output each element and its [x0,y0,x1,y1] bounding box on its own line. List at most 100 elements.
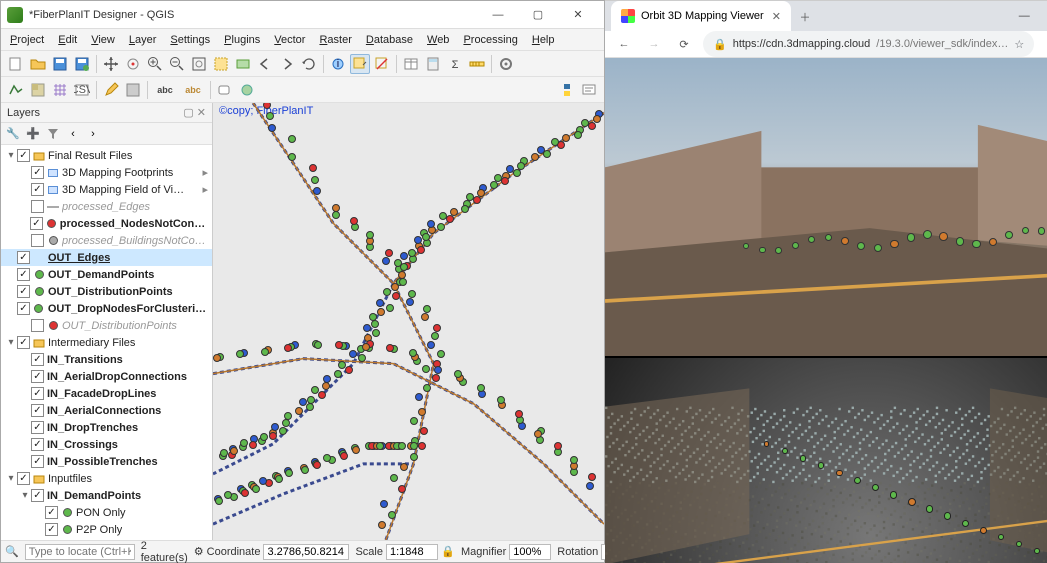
menu-help[interactable]: Help [525,31,562,49]
layer-row[interactable]: ✓IN_AerialDropConnections [1,368,212,385]
menu-project[interactable]: Project [3,31,51,49]
layer-row[interactable]: ▾✓Inputfiles [1,470,212,487]
zoom-out-icon[interactable] [167,54,187,74]
add-delimited-icon[interactable]: CSV [72,80,92,100]
layer-row[interactable]: processed_BuildingsNotCo… [1,232,212,249]
extensions-icon[interactable]: ◆ [1042,33,1047,55]
layer-row[interactable]: ✓IN_DropTrenches [1,419,212,436]
layer-row[interactable]: ✓P2P Only [1,521,212,538]
menu-raster[interactable]: Raster [312,31,358,49]
coord-input[interactable] [263,544,349,560]
browser-tab[interactable]: Orbit 3D Mapping Viewer ✕ [611,1,791,31]
save-edits-icon[interactable] [123,80,143,100]
processing-toolbox-icon[interactable] [496,54,516,74]
layer-row[interactable]: ✓OUT_DemandPoints [1,266,212,283]
layer-row[interactable]: ✓OUT_DropNodesForClustering [1,300,212,317]
maximize-button[interactable]: ▢ [518,2,558,28]
zoom-selection-icon[interactable] [211,54,231,74]
layer-row[interactable]: ✓OUT_DistributionPoints [1,283,212,300]
layer-row[interactable]: ✓IN_Transitions [1,351,212,368]
back-button[interactable]: ← [613,33,635,55]
layer-row[interactable]: ✓OUT_Edges [1,249,212,266]
toggle-editing-icon[interactable] [101,80,121,100]
layer-row[interactable]: ✓IN_AerialConnections [1,402,212,419]
minimize-button[interactable]: — [478,2,518,28]
zoom-in-icon[interactable] [145,54,165,74]
magnifier-input[interactable] [509,544,551,560]
menu-plugins[interactable]: Plugins [217,31,267,49]
save-as-icon[interactable] [72,54,92,74]
layer-row[interactable]: processed_Edges [1,198,212,215]
layer-row[interactable]: ▾✓Intermediary Files [1,334,212,351]
menu-edit[interactable]: Edit [51,31,84,49]
scale-lock-icon[interactable]: 🔒 [441,545,455,559]
python-console-icon[interactable] [557,80,577,100]
layer-row[interactable]: ▾✓Final Result Files [1,147,212,164]
tab-close-icon[interactable]: ✕ [772,10,781,23]
expand-all-icon[interactable]: ‹ [64,125,82,143]
reload-button[interactable]: ⟳ [673,33,695,55]
zoom-layer-icon[interactable] [233,54,253,74]
menu-database[interactable]: Database [359,31,420,49]
street-view-pane[interactable] [605,58,1047,356]
qgis-titlebar: *FiberPlanIT Designer - QGIS — ▢ ✕ [1,1,604,29]
open-table-icon[interactable] [401,54,421,74]
pointcloud-pane[interactable]: © Image V [605,356,1047,563]
layer-row[interactable]: ✓processed_NodesNotConne… [1,215,212,232]
pan-to-selection-icon[interactable] [123,54,143,74]
menu-view[interactable]: View [84,31,122,49]
label-tool-icon[interactable] [215,80,235,100]
close-button[interactable]: ✕ [558,2,598,28]
new-project-icon[interactable] [6,54,26,74]
url-input[interactable]: 🔒 https://cdn.3dmapping.cloud/19.3.0/vie… [703,31,1034,57]
style-manager-icon[interactable]: 🔧 [4,125,22,143]
map-canvas[interactable]: ©copy; FiberPlanIT [213,103,604,540]
refresh-icon[interactable] [299,54,319,74]
browser-minimize-button[interactable]: — [1002,1,1046,31]
locator-input[interactable] [25,544,135,560]
scale-input[interactable] [386,544,438,560]
open-project-icon[interactable] [28,54,48,74]
add-mesh-icon[interactable] [50,80,70,100]
zoom-last-icon[interactable] [255,54,275,74]
search-icon: 🔍 [5,545,19,558]
menu-settings[interactable]: Settings [163,31,217,49]
menu-layer[interactable]: Layer [122,31,164,49]
filter-legend-icon[interactable] [44,125,62,143]
browser-tabstrip: Orbit 3D Mapping Viewer ✕ ＋ — ▢ ✕ [605,1,1047,31]
deselect-icon[interactable] [372,54,392,74]
save-project-icon[interactable] [50,54,70,74]
menu-vector[interactable]: Vector [267,31,312,49]
forward-button[interactable]: → [643,33,665,55]
collapse-all-icon[interactable]: › [84,125,102,143]
measure-icon[interactable] [467,54,487,74]
add-vector-icon[interactable] [6,80,26,100]
diagram-tool-icon[interactable] [237,80,257,100]
msg-log-icon[interactable] [579,80,599,100]
field-calc-icon[interactable] [423,54,443,74]
zoom-full-icon[interactable] [189,54,209,74]
layer-row[interactable]: ✓3D Mapping Footprints ▸ [1,164,212,181]
add-raster-icon[interactable] [28,80,48,100]
layer-row[interactable]: ✓PON Only [1,504,212,521]
layer-row[interactable]: OUT_DistributionPoints [1,317,212,334]
add-group-icon[interactable]: ➕ [24,125,42,143]
bookmark-star-icon[interactable]: ☆ [1014,38,1024,51]
menu-web[interactable]: Web [420,31,456,49]
zoom-next-icon[interactable] [277,54,297,74]
layer-tree[interactable]: ▾✓Final Result Files✓3D Mapping Footprin… [1,145,212,540]
layer-row[interactable]: ✓3D Mapping Field of Vi… ▸ [1,181,212,198]
identify-icon[interactable]: i [328,54,348,74]
stats-icon[interactable]: Σ [445,54,465,74]
panel-close-icon[interactable]: ▢ ✕ [183,106,206,119]
layer-row[interactable]: ✓IN_Crossings [1,436,212,453]
plugin-abc2-icon[interactable]: abc [180,80,206,100]
plugin-abc-icon[interactable]: abc [152,80,178,100]
select-icon[interactable] [350,54,370,74]
pan-icon[interactable] [101,54,121,74]
menu-processing[interactable]: Processing [456,31,524,49]
new-tab-button[interactable]: ＋ [791,3,819,31]
layer-row[interactable]: ▾✓IN_DemandPoints [1,487,212,504]
layer-row[interactable]: ✓IN_PossibleTrenches [1,453,212,470]
layer-row[interactable]: ✓IN_FacadeDropLines [1,385,212,402]
